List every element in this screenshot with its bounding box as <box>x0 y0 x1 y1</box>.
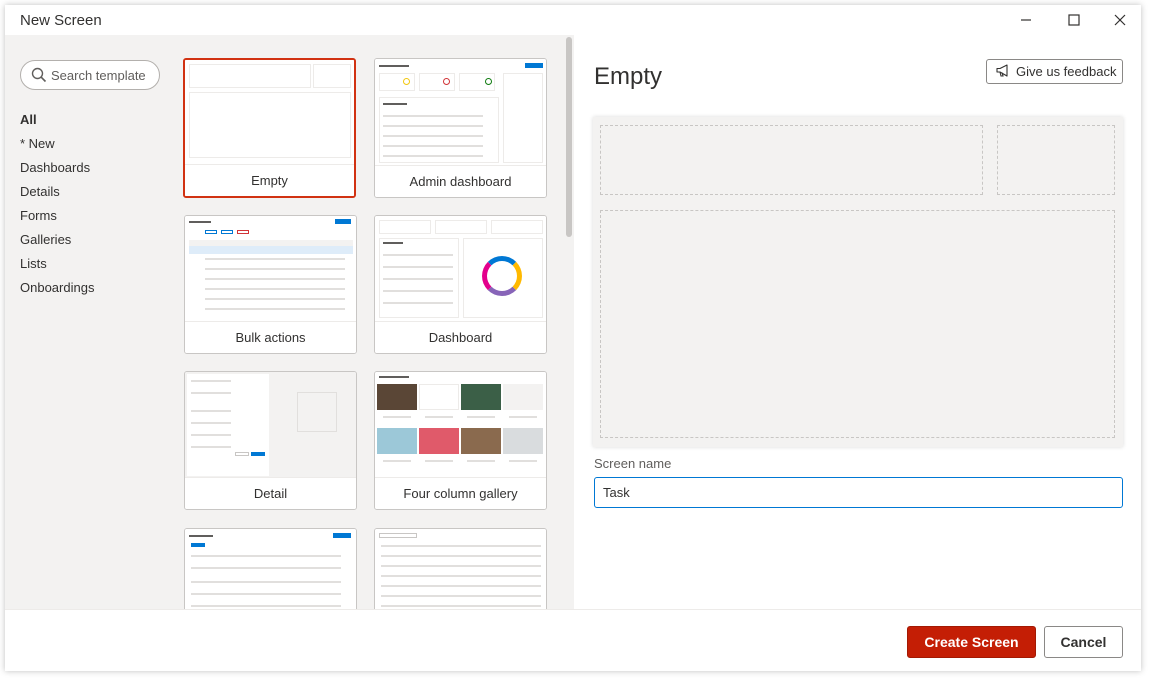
template-label: Dashboard <box>375 321 546 353</box>
maximize-button[interactable] <box>1051 5 1097 35</box>
template-thumbnail <box>185 529 356 609</box>
template-thumbnail <box>375 529 546 609</box>
template-card-list[interactable] <box>374 528 547 609</box>
close-icon <box>1114 14 1126 26</box>
preview-pane: Empty Give us feedback Screen name <box>574 35 1141 609</box>
template-card-admin-dashboard[interactable]: Admin dashboard <box>374 58 547 198</box>
drop-zone <box>997 125 1115 195</box>
category-dashboards[interactable]: Dashboards <box>20 156 94 180</box>
template-card-employees[interactable] <box>184 528 357 609</box>
close-button[interactable] <box>1097 5 1143 35</box>
template-label: Bulk actions <box>185 321 356 353</box>
maximize-icon <box>1068 14 1080 26</box>
template-label: Four column gallery <box>375 477 546 509</box>
category-details[interactable]: Details <box>20 180 94 204</box>
search-box[interactable] <box>20 60 160 90</box>
preview-title: Empty <box>594 63 663 90</box>
template-thumbnail <box>375 372 546 478</box>
category-galleries[interactable]: Galleries <box>20 228 94 252</box>
category-forms[interactable]: Forms <box>20 204 94 228</box>
give-feedback-button[interactable]: Give us feedback <box>986 59 1123 84</box>
template-thumbnail <box>185 372 356 478</box>
template-scrollbar[interactable] <box>564 35 574 609</box>
dialog-body: All * New Dashboards Details Forms Galle… <box>5 35 1141 609</box>
template-thumbnail <box>375 216 546 322</box>
template-grid: Empty Admin dashboard Bulk actions Dashb… <box>183 57 553 609</box>
create-screen-button[interactable]: Create Screen <box>907 626 1036 658</box>
search-input[interactable] <box>51 66 156 84</box>
screen-name-input[interactable] <box>594 477 1123 508</box>
template-browser: All * New Dashboards Details Forms Galle… <box>5 35 574 609</box>
category-new[interactable]: * New <box>20 132 94 156</box>
drop-zone <box>600 125 983 195</box>
template-thumbnail <box>185 60 354 166</box>
template-label: Detail <box>185 477 356 509</box>
template-thumbnail <box>185 216 356 322</box>
template-label: Admin dashboard <box>375 165 546 197</box>
template-card-detail[interactable]: Detail <box>184 371 357 510</box>
template-card-bulk-actions[interactable]: Bulk actions <box>184 215 357 354</box>
megaphone-icon <box>996 63 1011 80</box>
drop-zone <box>600 210 1115 438</box>
template-label: Empty <box>185 164 354 196</box>
scrollbar-thumb[interactable] <box>566 37 572 237</box>
template-card-empty[interactable]: Empty <box>183 58 356 198</box>
category-onboardings[interactable]: Onboardings <box>20 276 94 300</box>
window-title: New Screen <box>20 12 102 29</box>
search-icon <box>31 67 47 88</box>
template-thumbnail <box>375 59 546 166</box>
new-screen-dialog: New Screen All <box>5 5 1141 671</box>
category-list: All * New Dashboards Details Forms Galle… <box>20 108 94 300</box>
cancel-button[interactable]: Cancel <box>1044 626 1123 658</box>
category-lists[interactable]: Lists <box>20 252 94 276</box>
template-card-dashboard[interactable]: Dashboard <box>374 215 547 354</box>
title-bar: New Screen <box>5 5 1141 35</box>
category-all[interactable]: All <box>20 108 94 132</box>
minimize-icon <box>1020 14 1032 26</box>
feedback-label: Give us feedback <box>1016 64 1117 79</box>
screen-name-label: Screen name <box>594 456 672 471</box>
template-card-four-column-gallery[interactable]: Four column gallery <box>374 371 547 510</box>
minimize-button[interactable] <box>1003 5 1049 35</box>
screen-preview-canvas <box>593 117 1123 447</box>
dialog-footer: Create Screen Cancel <box>5 609 1141 671</box>
